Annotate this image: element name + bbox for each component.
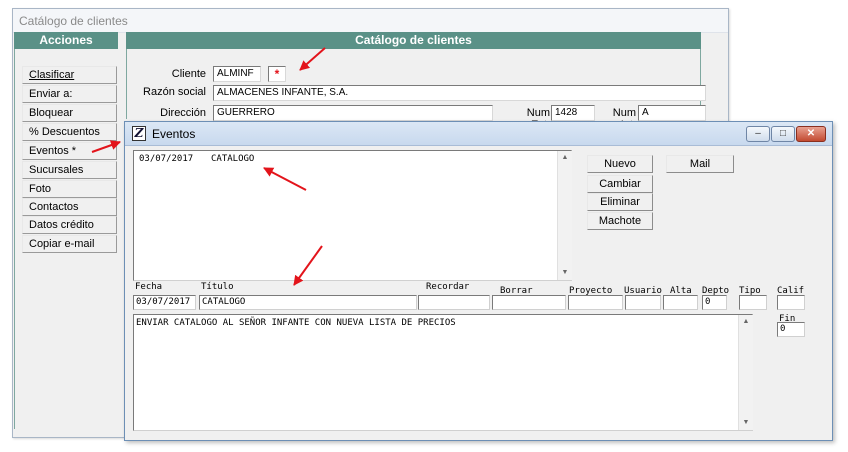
eventos-button[interactable]: Eventos * [22, 142, 117, 160]
note-scrollbar[interactable]: ▲ ▼ [738, 315, 753, 430]
catalogo-header: Catálogo de clientes [126, 32, 701, 49]
tipo-field[interactable] [739, 295, 767, 310]
acciones-header: Acciones [14, 32, 118, 49]
enviar-a-button[interactable]: Enviar a: [22, 85, 117, 103]
descuentos-button[interactable]: % Descuentos [22, 123, 117, 141]
scroll-up-icon[interactable]: ▲ [739, 315, 753, 329]
sucursales-button[interactable]: Sucursales [22, 161, 117, 179]
mail-button[interactable]: Mail [666, 155, 734, 173]
titulo-field[interactable]: CATALOGO [199, 295, 417, 310]
copiar-email-button[interactable]: Copiar e-mail [22, 235, 117, 253]
num-ext-field[interactable]: 1428 [551, 105, 595, 121]
bloquear-button[interactable]: Bloquear [22, 104, 117, 122]
proyecto-field[interactable] [568, 295, 623, 310]
cambiar-button[interactable]: Cambiar [587, 175, 653, 193]
direccion-label: Dirección [160, 107, 206, 119]
alta-field[interactable] [663, 295, 698, 310]
foto-label: Foto [29, 183, 52, 195]
eventos-label: Eventos * [29, 145, 77, 157]
app-icon: Z [132, 126, 146, 141]
cliente-field[interactable]: ALMINF [213, 66, 261, 82]
back-window-titlebar[interactable]: Catálogo de clientes [13, 9, 728, 33]
contactos-button[interactable]: Contactos [22, 198, 117, 216]
close-icon[interactable]: ✕ [796, 126, 826, 142]
depto-field[interactable]: 0 [702, 295, 727, 310]
fecha-label: Fecha [135, 282, 163, 292]
note-textarea[interactable]: ENVIAR CATALOGO AL SEÑOR INFANTE CON NUE… [133, 314, 753, 431]
recordar-field[interactable] [418, 295, 490, 310]
machote-button[interactable]: Machote [587, 212, 653, 230]
list-item-titulo[interactable]: CATALOGO [211, 154, 254, 164]
maximize-icon[interactable]: □ [771, 126, 795, 142]
foto-button[interactable]: Foto [22, 180, 117, 198]
enviar-a-label: Enviar a: [29, 88, 73, 100]
bloquear-label: Bloquear [29, 107, 74, 119]
usuario-field[interactable] [625, 295, 661, 310]
calif-field[interactable] [777, 295, 805, 310]
minimize-icon[interactable]: – [746, 126, 770, 142]
scroll-down-icon[interactable]: ▼ [739, 416, 753, 430]
razon-social-label: Razón social [143, 86, 206, 98]
descuentos-label: % Descuentos [29, 126, 100, 138]
razon-social-field[interactable]: ALMACENES INFANTE, S.A. [213, 85, 706, 101]
titulo-label: Título [201, 282, 234, 292]
copiar-email-label: Copiar e-mail [29, 238, 95, 250]
list-item-fecha[interactable]: 03/07/2017 [139, 154, 193, 164]
eliminar-button[interactable]: Eliminar [587, 193, 653, 211]
direccion-field[interactable]: GUERRERO [213, 105, 493, 121]
recordar-label: Recordar [426, 282, 470, 292]
cliente-marker[interactable]: * [268, 66, 286, 82]
note-text: ENVIAR CATALOGO AL SEÑOR INFANTE CON NUE… [136, 318, 456, 328]
cliente-label: Cliente [171, 68, 206, 80]
back-window-title: Catálogo de clientes [19, 14, 128, 28]
clasificar-label: Clasificar [29, 69, 75, 81]
datos-credito-label: Datos crédito [29, 219, 94, 231]
num-int-field[interactable]: A [638, 105, 706, 121]
nuevo-button[interactable]: Nuevo [587, 155, 653, 173]
sucursales-label: Sucursales [29, 164, 84, 176]
clasificar-button[interactable]: Clasificar [22, 66, 117, 84]
eventos-titlebar[interactable]: Z Eventos – □ ✕ [125, 122, 832, 146]
fecha-field[interactable]: 03/07/2017 [133, 295, 196, 310]
events-list[interactable]: 03/07/2017 CATALOGO ▲ ▼ [133, 150, 572, 281]
borrar-field[interactable] [492, 295, 566, 310]
fin-field[interactable]: 0 [777, 322, 805, 337]
scroll-up-icon[interactable]: ▲ [558, 151, 572, 165]
events-list-scrollbar[interactable]: ▲ ▼ [557, 151, 572, 280]
scroll-down-icon[interactable]: ▼ [558, 266, 572, 280]
datos-credito-button[interactable]: Datos crédito [22, 216, 117, 234]
contactos-label: Contactos [29, 201, 79, 213]
eventos-window-title: Eventos [152, 127, 196, 141]
